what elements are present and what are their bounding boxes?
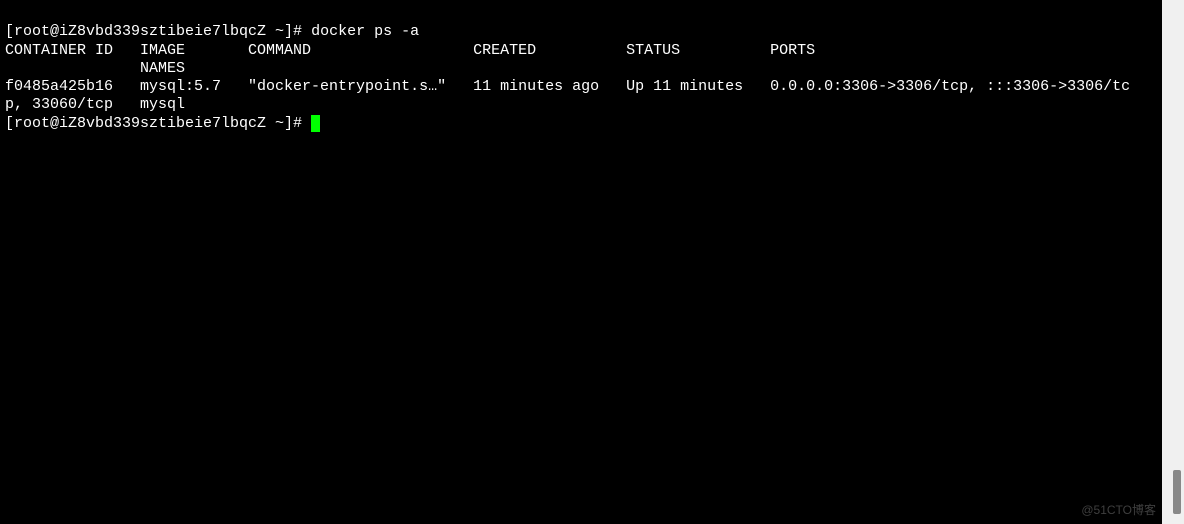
watermark-text: @51CTO博客 bbox=[1081, 503, 1156, 518]
data-line-2: p, 33060/tcp mysql bbox=[5, 96, 1157, 114]
terminal-window[interactable]: [root@iZ8vbd339sztibeie7lbqcZ ~]# docker… bbox=[0, 0, 1162, 524]
data-line-1: f0485a425b16 mysql:5.7 "docker-entrypoin… bbox=[5, 78, 1157, 96]
prompt-line-2: [root@iZ8vbd339sztibeie7lbqcZ ~]# bbox=[5, 115, 1157, 133]
prompt-line-1: [root@iZ8vbd339sztibeie7lbqcZ ~]# docker… bbox=[5, 23, 1157, 41]
header-line-2: NAMES bbox=[5, 60, 1157, 78]
shell-prompt-2: [root@iZ8vbd339sztibeie7lbqcZ ~]# bbox=[5, 115, 311, 132]
header-line-1: CONTAINER ID IMAGE COMMAND CREATED STATU… bbox=[5, 42, 1157, 60]
command-text: docker ps -a bbox=[311, 23, 419, 40]
scrollbar-track[interactable] bbox=[1162, 0, 1184, 524]
shell-prompt: [root@iZ8vbd339sztibeie7lbqcZ ~]# bbox=[5, 23, 311, 40]
scrollbar-thumb[interactable] bbox=[1173, 470, 1181, 514]
cursor-icon bbox=[311, 115, 320, 132]
